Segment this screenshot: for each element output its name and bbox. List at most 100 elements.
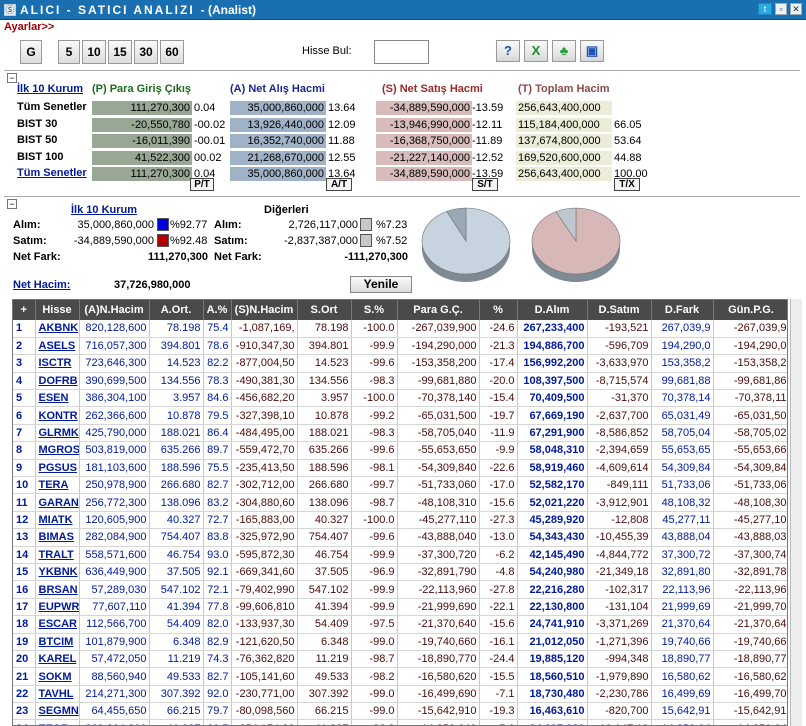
clubs-icon[interactable]: ♣ xyxy=(552,40,576,62)
table-row[interactable]: 5 ESEN 386,304,100 3.957 84.6 -456,682,20 3.95… xyxy=(13,389,787,408)
table-cell: 267,233,400 xyxy=(517,320,588,338)
column-header[interactable]: A.% xyxy=(203,300,232,320)
table-row[interactable]: 21 SOKM 88,560,940 49.533 82.7 -105,141,60 49.… xyxy=(13,667,787,686)
table-row[interactable]: 19 BTCIM 101,879,900 6.348 82.9 -121,620,50 6.… xyxy=(13,633,787,651)
table-row[interactable]: 2 ASELS 716,057,300 394.801 78.6 -910,347,30 3… xyxy=(13,337,787,356)
column-header[interactable]: + xyxy=(13,300,36,320)
stock-code-link[interactable]: MGROS xyxy=(35,441,80,460)
stock-code-link[interactable]: ESCAR xyxy=(35,615,80,634)
table-row[interactable]: 1 AKBNK 820,128,600 78.198 75.4 -1,087,169, 78… xyxy=(13,320,787,338)
period-button-g[interactable]: G xyxy=(20,40,42,64)
table-row[interactable]: 4 DOFRB 390,699,500 134.556 78.3 -490,381,30 1… xyxy=(13,372,787,391)
table-cell: -10,147,19 xyxy=(587,719,652,725)
column-header[interactable]: D.Fark xyxy=(651,300,714,320)
column-header[interactable]: D.Satım xyxy=(587,300,652,320)
column-header[interactable]: (S)N.Hacim xyxy=(231,300,298,320)
stock-code-link[interactable]: TERA xyxy=(35,476,80,495)
stock-code-link[interactable]: KAREL xyxy=(35,650,80,669)
refresh-button[interactable]: Yenile xyxy=(350,276,412,293)
top10-institutions-title[interactable]: İlk 10 Kurum xyxy=(71,204,137,216)
period-button-5[interactable]: 5 xyxy=(58,40,80,64)
table-cell: -100.0 xyxy=(351,511,398,530)
collapse-icon[interactable]: − xyxy=(7,199,17,209)
period-button-15[interactable]: 15 xyxy=(108,40,132,64)
stock-code-link[interactable]: GARAN xyxy=(35,493,80,512)
stock-code-link[interactable]: BIMAS xyxy=(35,528,80,547)
table-row[interactable]: 15 YKBNK 636,449,900 37.505 92.1 -669,341,60 3… xyxy=(13,563,787,582)
stock-code-link[interactable]: PGSUS xyxy=(35,459,80,478)
stock-code-link[interactable]: ASELS xyxy=(35,337,80,356)
close-button[interactable]: ✕ xyxy=(790,3,802,15)
stock-code-link[interactable]: SEGMN xyxy=(35,702,80,721)
column-header[interactable]: Hisse xyxy=(35,300,80,320)
total-volume-bar: 137,674,800,000 xyxy=(516,134,612,148)
table-row[interactable]: 8 MGROS 503,819,000 635.266 89.7 -559,472,70 6… xyxy=(13,441,787,460)
table-cell: -910,347,30 xyxy=(231,337,298,356)
table-row[interactable]: 17 EUPWR 77,607,110 41.394 77.8 -99,606,810 41… xyxy=(13,598,787,617)
period-button-30[interactable]: 30 xyxy=(134,40,158,64)
table-row[interactable]: 6 KONTR 262,366,600 10.878 79.5 -327,398,10 10… xyxy=(13,406,787,425)
minimize-button[interactable]: ▫ xyxy=(775,3,787,15)
stock-code-link[interactable]: TRALT xyxy=(35,546,80,564)
twitter-icon[interactable]: t xyxy=(758,3,772,15)
table-row[interactable]: 23 SEGMN 64,455,650 66.215 79.7 -80,098,560 66… xyxy=(13,702,787,721)
column-header[interactable]: S.% xyxy=(351,300,398,320)
stock-search-input[interactable] xyxy=(374,40,429,64)
table-row[interactable]: 12 MIATK 120,605,900 40.327 72.7 -165,883,00 4… xyxy=(13,511,787,530)
collapse-icon[interactable]: − xyxy=(7,73,17,83)
period-button-60[interactable]: 60 xyxy=(160,40,184,64)
column-header[interactable]: A.Ort. xyxy=(149,300,204,320)
table-cell: -9.9 xyxy=(479,441,518,460)
column-header[interactable]: D.Alım xyxy=(517,300,588,320)
table-row[interactable]: 20 KAREL 57,472,050 11.219 74.3 -76,362,820 11… xyxy=(13,650,787,669)
column-header[interactable]: S.Ort xyxy=(297,300,352,320)
help-icon[interactable]: ? xyxy=(496,40,520,62)
stock-code-link[interactable]: ISCTR xyxy=(35,354,80,373)
row-label[interactable]: Tüm Senetler xyxy=(17,167,87,179)
table-row[interactable]: 11 GARAN 256,772,300 138.096 83.2 -304,880,60… xyxy=(13,493,787,512)
stock-code-link[interactable]: KONTR xyxy=(35,406,80,425)
left-alim-label: Alım: xyxy=(13,219,41,231)
column-header[interactable]: (A)N.Hacim xyxy=(79,300,150,320)
table-row[interactable]: 24EFOR239,304,20011.33790.5-254,154,8011… xyxy=(13,719,787,725)
stock-code-link[interactable]: BTCIM xyxy=(35,633,80,651)
stock-code-link[interactable]: SOKM xyxy=(35,667,80,686)
stock-code-link[interactable]: EFOR xyxy=(35,719,80,725)
table-row[interactable]: 14 TRALT 558,571,600 46.754 93.0 -595,872,30 4… xyxy=(13,546,787,564)
table-row[interactable]: 10 TERA 250,978,900 266.680 82.7 -302,712,00 2… xyxy=(13,476,787,495)
table-row[interactable]: 18 ESCAR 112,566,700 54.409 82.0 -133,937,30 5… xyxy=(13,615,787,634)
table-row[interactable]: 9 PGSUS 181,103,600 188.596 75.5 -235,413,50 1… xyxy=(13,459,787,478)
system-menu-icon[interactable]: Ⓢ xyxy=(4,3,16,16)
pt-button[interactable]: P/T xyxy=(190,178,214,191)
column-header[interactable]: Gün.P.G. xyxy=(713,300,787,320)
stock-code-link[interactable]: EUPWR xyxy=(35,598,80,617)
table-cell: -153,358,200 xyxy=(397,354,480,373)
stock-code-link[interactable]: BRSAN xyxy=(35,580,80,599)
table-cell: -16,499,70 xyxy=(713,685,787,704)
table-cell: 188.596 xyxy=(149,459,204,478)
table-row[interactable]: 7 GLRMK 425,790,000 188.021 86.4 -484,495,00 1… xyxy=(13,424,787,443)
stock-code-link[interactable]: TAVHL xyxy=(35,685,80,704)
tx-button[interactable]: T/X xyxy=(614,178,640,191)
period-button-10[interactable]: 10 xyxy=(82,40,106,64)
st-button[interactable]: S/T xyxy=(472,178,498,191)
right-alim-pct: %7.23 xyxy=(376,219,408,231)
settings-link[interactable]: Ayarlar>> xyxy=(4,21,54,33)
table-row[interactable]: 16 BRSAN 57,289,030 547.102 72.1 -79,402,990 5… xyxy=(13,580,787,599)
stock-code-link[interactable]: AKBNK xyxy=(35,320,80,338)
stock-code-link[interactable]: MIATK xyxy=(35,511,80,530)
table-row[interactable]: 13 BIMAS 282,084,900 754.407 83.8 -325,972,90… xyxy=(13,528,787,547)
table-scrollbar[interactable] xyxy=(790,299,802,726)
column-header[interactable]: Para G.Ç. xyxy=(397,300,480,320)
stock-code-link[interactable]: DOFRB xyxy=(35,372,80,391)
stock-code-link[interactable]: ESEN xyxy=(35,389,80,408)
stock-code-link[interactable]: GLRMK xyxy=(35,424,80,443)
table-row[interactable]: 3 ISCTR 723,646,300 14.523 82.2 -877,004,50 14… xyxy=(13,354,787,373)
excel-icon[interactable]: X xyxy=(524,40,548,62)
stock-code-link[interactable]: YKBNK xyxy=(35,563,80,582)
column-header[interactable]: % xyxy=(479,300,518,320)
table-row[interactable]: 22 TAVHL 214,271,300 307.392 92.0 -230,771,00… xyxy=(13,685,787,704)
users-icon[interactable]: ▣ xyxy=(580,40,604,62)
at-button[interactable]: A/T xyxy=(326,178,352,191)
top10-institutions-link[interactable]: İlk 10 Kurum xyxy=(17,83,83,95)
